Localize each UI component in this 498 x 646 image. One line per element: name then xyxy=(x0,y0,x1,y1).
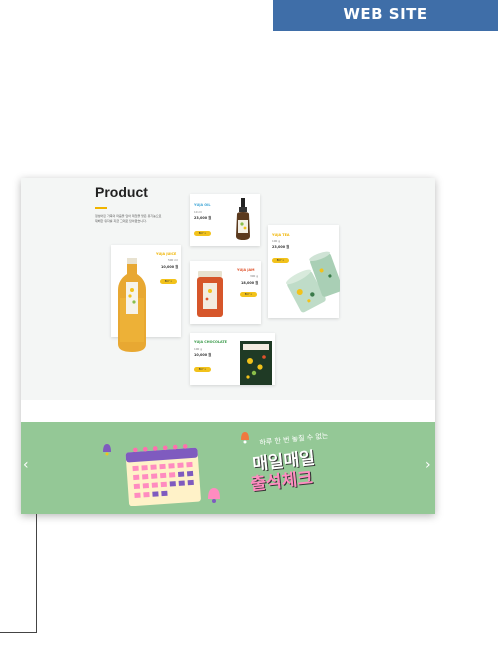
product-volume: 100 g xyxy=(194,347,203,351)
product-card-chocolate[interactable]: YUJA CHOCOLATE 100 g 10,000 원 BUY > xyxy=(190,333,275,385)
oil-bottle-image xyxy=(236,198,250,240)
bell-icon xyxy=(208,488,220,503)
product-name: YUJA JUICE xyxy=(156,252,177,256)
buy-button[interactable]: BUY > xyxy=(160,279,177,284)
product-price: 10,000 원 xyxy=(194,353,212,357)
bell-icon xyxy=(241,432,249,444)
product-card-tea[interactable]: YUJA TEA 100 g 23,000 원 BUY > xyxy=(268,225,340,318)
calendar-illustration xyxy=(125,444,201,506)
jam-jar-image xyxy=(197,271,223,317)
buy-button[interactable]: BUY > xyxy=(194,231,211,236)
buy-button[interactable]: BUY > xyxy=(194,367,211,372)
connector-line xyxy=(0,514,37,633)
product-volume: 10 ml xyxy=(194,210,202,214)
product-volume: 100 g xyxy=(272,239,281,243)
product-price: 10,000 원 xyxy=(161,265,179,269)
juice-bottle-image xyxy=(118,258,146,352)
product-card-juice[interactable]: YUJA JUICE 500 ml 10,000 원 BUY > xyxy=(111,245,181,352)
product-volume: 300 g xyxy=(250,274,259,278)
product-name: YUJA CHOCOLATE xyxy=(194,340,228,344)
section-description: 정성어린 가족의 마음을 담아 제철을 맞은 유기농으로 재배한 유자를 지금 … xyxy=(95,214,162,223)
tea-tins-image xyxy=(286,251,340,313)
bell-icon xyxy=(103,444,111,456)
section-title: Product xyxy=(95,184,148,200)
carousel-dots xyxy=(223,509,232,514)
website-mockup: Product 정성어린 가족의 마음을 담아 제철을 맞은 유기농으로 재배한… xyxy=(21,178,435,514)
product-name: YUJA OIL xyxy=(194,203,211,207)
web-site-badge: WEB SITE xyxy=(273,0,498,31)
product-card-jam[interactable]: YUJA JAM 300 g 18,000 원 BUY > xyxy=(190,261,261,324)
banner-headline-2: 출석체크 xyxy=(249,468,314,495)
chevron-left-icon[interactable]: ‹ xyxy=(23,457,29,473)
product-volume: 500 ml xyxy=(168,258,178,262)
product-price: 18,000 원 xyxy=(241,281,259,285)
product-name: YUJA JAM xyxy=(237,268,255,272)
product-section: Product 정성어린 가족의 마음을 담아 제철을 맞은 유기농으로 재배한… xyxy=(21,178,435,400)
chevron-right-icon[interactable]: › xyxy=(425,457,431,473)
product-price: 23,000 원 xyxy=(194,216,212,220)
chocolate-pack-image xyxy=(240,341,272,385)
product-name: YUJA TEA xyxy=(272,233,290,237)
title-underline xyxy=(95,207,107,209)
buy-button[interactable]: BUY > xyxy=(240,292,257,297)
event-banner[interactable]: ‹ › 하루 한 번 놓칠 수 없는 매일매일 출석체크 xyxy=(21,422,435,514)
product-card-oil[interactable]: YUJA OIL 10 ml 23,000 원 BUY > xyxy=(190,194,260,246)
